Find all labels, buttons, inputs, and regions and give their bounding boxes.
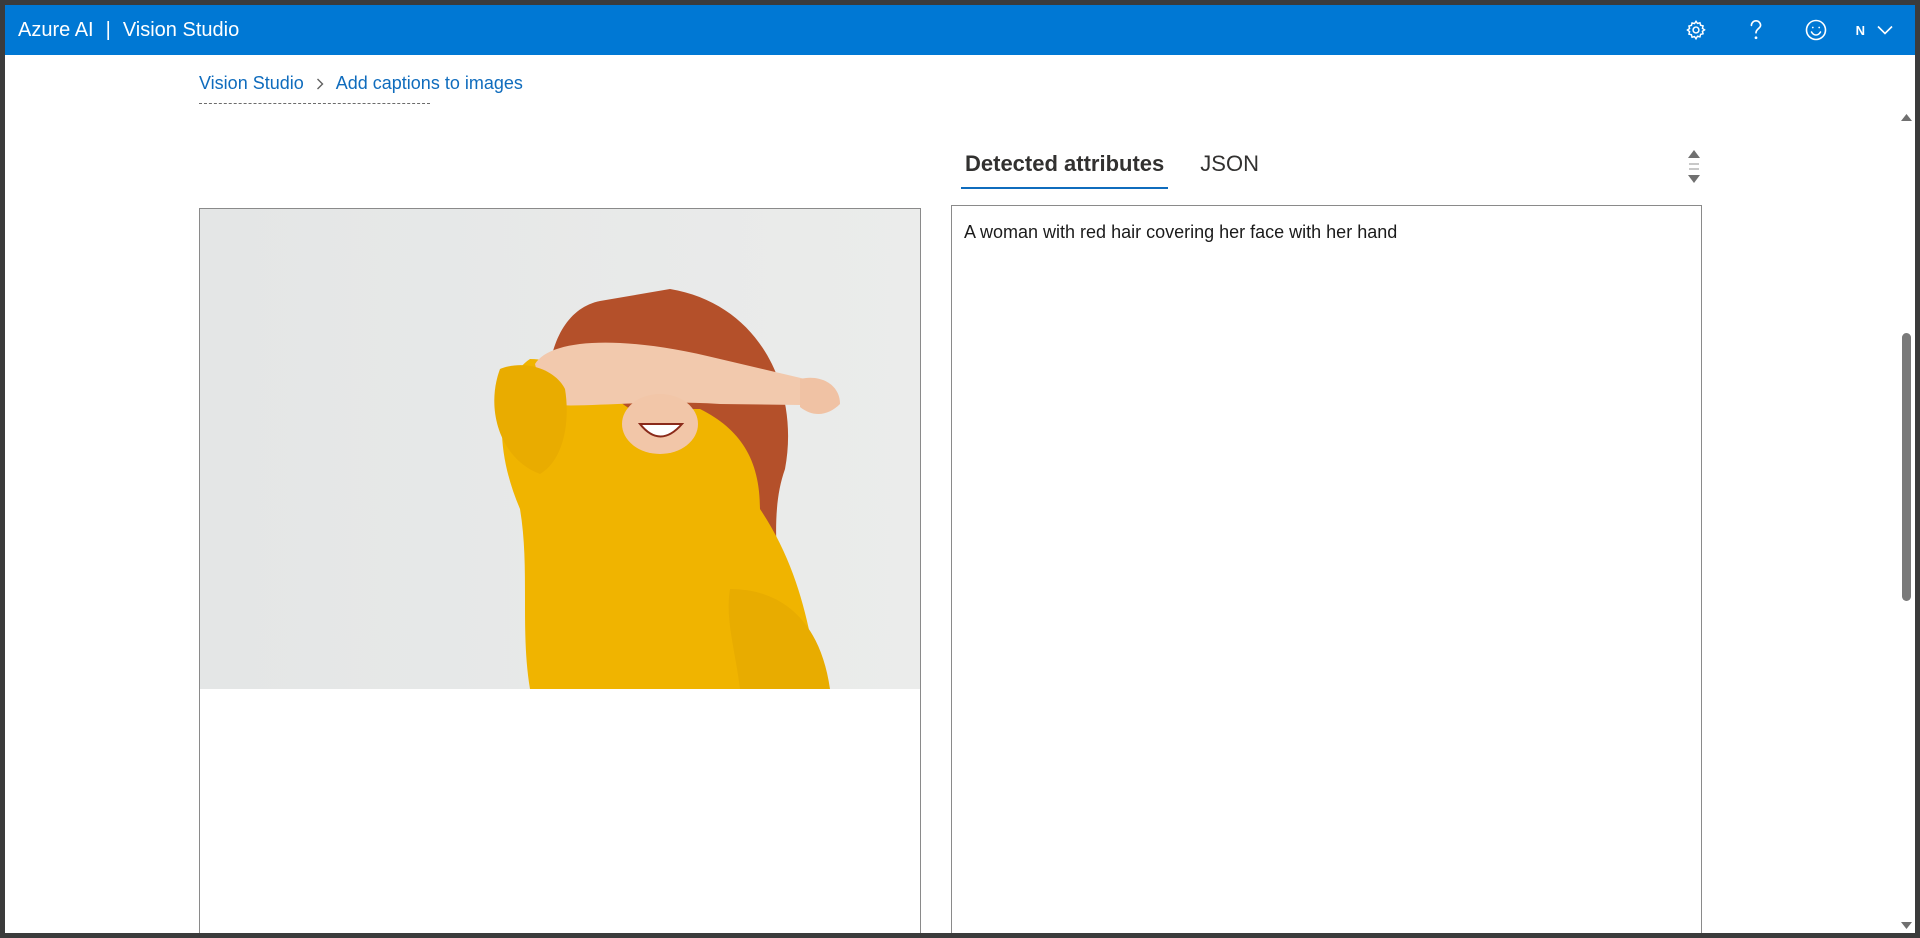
- chevron-right-icon: [316, 78, 324, 90]
- feedback-button[interactable]: [1786, 5, 1846, 55]
- page-scrollbar[interactable]: [1898, 110, 1915, 933]
- scroll-up-down-icon: [1688, 150, 1700, 183]
- header-actions: N: [1666, 5, 1915, 55]
- help-button[interactable]: [1726, 5, 1786, 55]
- scrollbar-thumb[interactable]: [1902, 333, 1911, 601]
- detected-attributes-panel: A woman with red hair covering her face …: [951, 205, 1702, 933]
- brand-separator: |: [105, 18, 111, 41]
- tab-json[interactable]: JSON: [1196, 145, 1263, 189]
- brand-title[interactable]: Azure AI | Vision Studio: [18, 5, 239, 55]
- tab-detected-attributes[interactable]: Detected attributes: [961, 145, 1169, 189]
- breadcrumb-item-vision-studio[interactable]: Vision Studio: [199, 73, 304, 94]
- breadcrumb-item-add-captions[interactable]: Add captions to images: [336, 73, 523, 94]
- tabs-scroll-control[interactable]: [1686, 145, 1702, 191]
- image-preview-panel: [199, 208, 921, 933]
- breadcrumb-divider: [199, 103, 430, 104]
- scroll-up-arrow-icon[interactable]: [1901, 113, 1912, 121]
- user-initial: N: [1855, 22, 1865, 38]
- sample-photo: [200, 209, 920, 689]
- gear-icon: [1685, 19, 1706, 41]
- breadcrumb: Vision Studio Add captions to images: [199, 73, 523, 94]
- account-menu[interactable]: N: [1846, 5, 1915, 55]
- help-icon: [1750, 20, 1762, 40]
- brand-name: Azure AI: [18, 18, 94, 41]
- settings-button[interactable]: [1666, 5, 1726, 55]
- top-nav-bar: Azure AI | Vision Studio N: [5, 5, 1915, 55]
- chevron-down-icon: [1877, 25, 1893, 35]
- result-tabs: Detected attributes JSON: [961, 145, 1291, 189]
- generated-caption: A woman with red hair covering her face …: [964, 222, 1398, 242]
- app-window: Azure AI | Vision Studio N Vision Studio…: [5, 5, 1915, 933]
- product-name: Vision Studio: [122, 18, 240, 41]
- feedback-smiley-icon: [1805, 19, 1826, 41]
- scroll-down-arrow-icon[interactable]: [1901, 922, 1912, 930]
